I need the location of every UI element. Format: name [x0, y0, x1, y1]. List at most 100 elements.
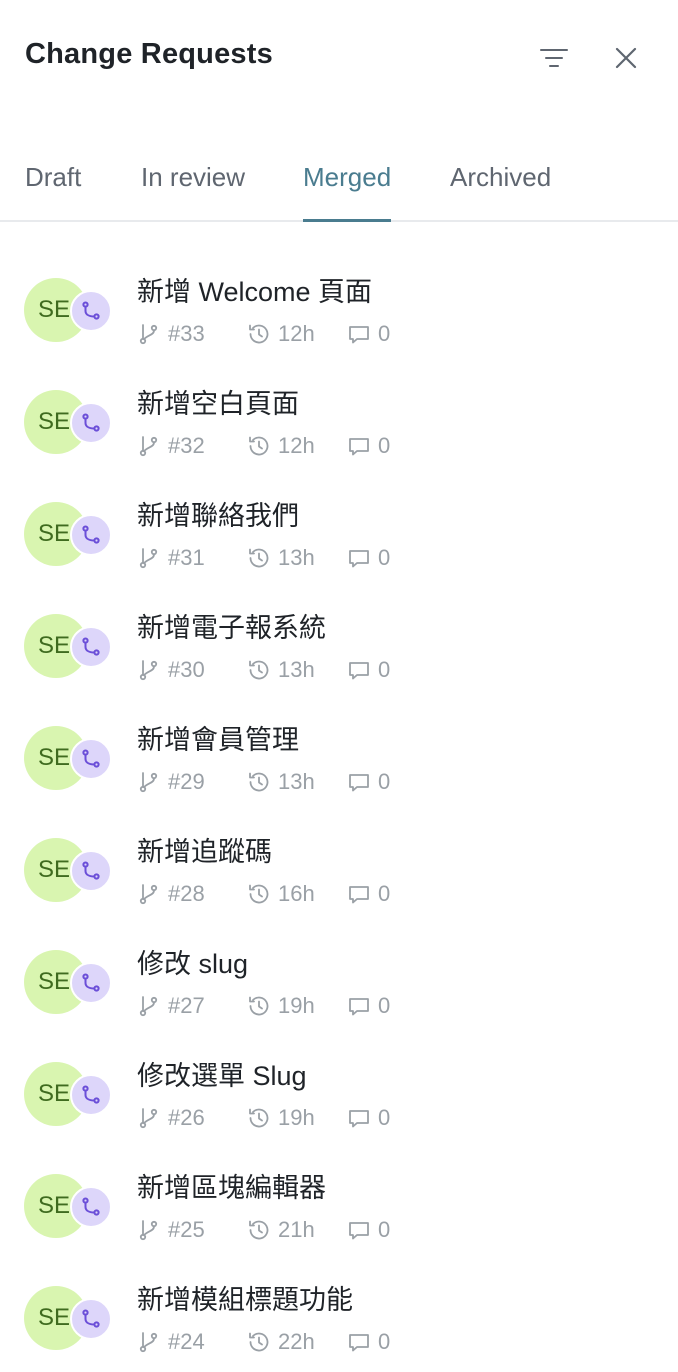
close-button[interactable]: [606, 38, 646, 78]
avatar-initials: SE: [38, 744, 71, 771]
git-branch-icon: [136, 433, 162, 459]
comment-count: 0: [346, 433, 406, 459]
comment-count: 0: [346, 993, 406, 1019]
merge-badge: [70, 738, 112, 780]
change-request-item[interactable]: SE 新增區塊編輯器 #25 21h 0: [0, 1158, 678, 1270]
request-number-text: #30: [168, 657, 205, 682]
comment-count-text: 0: [378, 1105, 391, 1130]
comment-icon: [346, 881, 372, 907]
comment-count-text: 0: [378, 1217, 391, 1242]
comment-count: 0: [346, 881, 406, 907]
comment-icon: [346, 321, 372, 347]
comment-count-text: 0: [378, 1329, 391, 1354]
change-request-item[interactable]: SE 新增模組標題功能 #24 22h 0: [0, 1270, 678, 1372]
comment-count-text: 0: [378, 545, 391, 570]
history-icon: [246, 1105, 272, 1131]
comment-count-text: 0: [378, 433, 391, 458]
request-number: #27: [136, 993, 246, 1019]
avatar-initials: SE: [38, 632, 71, 659]
change-request-meta: #29 13h 0: [136, 768, 406, 796]
request-number: #32: [136, 433, 246, 459]
change-request-meta: #32 12h 0: [136, 432, 406, 460]
history-icon: [246, 1217, 272, 1243]
git-branch-icon: [136, 993, 162, 1019]
change-request-title: 新增聯絡我們: [137, 501, 299, 531]
updated-time-text: 12h: [278, 433, 315, 458]
history-icon: [246, 433, 272, 459]
git-merge-icon: [82, 525, 100, 544]
merge-badge: [70, 290, 112, 332]
comment-count-text: 0: [378, 657, 391, 682]
comment-icon: [346, 1105, 372, 1131]
tab-archived[interactable]: Archived: [450, 162, 551, 220]
request-number-text: #27: [168, 993, 205, 1018]
avatar-initials: SE: [38, 520, 71, 547]
comment-count-text: 0: [378, 993, 391, 1018]
updated-time-text: 19h: [278, 1105, 315, 1130]
avatar-initials: SE: [38, 1080, 71, 1107]
change-request-title: 新增模組標題功能: [137, 1285, 353, 1315]
request-number-text: #24: [168, 1329, 205, 1354]
avatar-initials: SE: [38, 408, 71, 435]
git-branch-icon: [136, 1105, 162, 1131]
request-number: #29: [136, 769, 246, 795]
history-icon: [246, 1329, 272, 1355]
change-request-item[interactable]: SE 新增追蹤碼 #28 16h 0: [0, 822, 678, 934]
change-request-item[interactable]: SE 修改選單 Slug #26 19h 0: [0, 1046, 678, 1158]
change-request-item[interactable]: SE 新增會員管理 #29 13h 0: [0, 710, 678, 822]
git-branch-icon: [136, 545, 162, 571]
change-requests-panel: Change Requests Draft In review Merged A…: [0, 0, 678, 1372]
avatar-initials: SE: [38, 856, 71, 883]
comment-count: 0: [346, 657, 406, 683]
merge-badge: [70, 962, 112, 1004]
git-merge-icon: [82, 861, 100, 880]
page-title: Change Requests: [25, 38, 273, 70]
tab-in-review[interactable]: In review: [141, 162, 245, 220]
history-icon: [246, 769, 272, 795]
change-request-meta: #28 16h 0: [136, 880, 406, 908]
git-merge-icon: [82, 413, 100, 432]
merge-badge: [70, 1074, 112, 1116]
change-request-item[interactable]: SE 新增空白頁面 #32 12h 0: [0, 374, 678, 486]
change-request-item[interactable]: SE 修改 slug #27 19h 0: [0, 934, 678, 1046]
comment-icon: [346, 1329, 372, 1355]
request-number-text: #28: [168, 881, 205, 906]
status-tabs: Draft In review Merged Archived: [0, 150, 678, 222]
updated-time-text: 16h: [278, 881, 315, 906]
git-branch-icon: [136, 1329, 162, 1355]
tab-draft[interactable]: Draft: [25, 162, 81, 220]
change-request-item[interactable]: SE 新增 Welcome 頁面 #33 12h 0: [0, 262, 678, 374]
tab-merged[interactable]: Merged: [303, 162, 392, 222]
change-request-meta: #27 19h 0: [136, 992, 406, 1020]
filter-button[interactable]: [534, 38, 574, 78]
merge-badge: [70, 850, 112, 892]
change-request-title: 新增會員管理: [137, 725, 299, 755]
merge-badge: [70, 626, 112, 668]
history-icon: [246, 657, 272, 683]
change-request-item[interactable]: SE 新增聯絡我們 #31 13h 0: [0, 486, 678, 598]
change-request-list: SE 新增 Welcome 頁面 #33 12h 0 SE 新增空白頁面 #32…: [0, 262, 678, 1372]
request-number: #25: [136, 1217, 246, 1243]
request-number: #30: [136, 657, 246, 683]
updated-time: 19h: [246, 1105, 346, 1131]
updated-time-text: 12h: [278, 321, 315, 346]
change-request-meta: #30 13h 0: [136, 656, 406, 684]
git-merge-icon: [82, 1085, 100, 1104]
avatar-initials: SE: [38, 1192, 71, 1219]
comment-count-text: 0: [378, 769, 391, 794]
avatar-initials: SE: [38, 1304, 71, 1331]
tab-label: Archived: [450, 162, 552, 192]
comment-count: 0: [346, 1105, 406, 1131]
change-request-meta: #25 21h 0: [136, 1216, 406, 1244]
comment-count: 0: [346, 1217, 406, 1243]
request-number-text: #29: [168, 769, 205, 794]
history-icon: [246, 881, 272, 907]
tab-label: Merged: [303, 162, 392, 192]
updated-time: 12h: [246, 321, 346, 347]
updated-time-text: 22h: [278, 1329, 315, 1354]
request-number: #24: [136, 1329, 246, 1355]
history-icon: [246, 545, 272, 571]
merge-badge: [70, 1186, 112, 1228]
change-request-item[interactable]: SE 新增電子報系統 #30 13h 0: [0, 598, 678, 710]
merge-badge: [70, 402, 112, 444]
